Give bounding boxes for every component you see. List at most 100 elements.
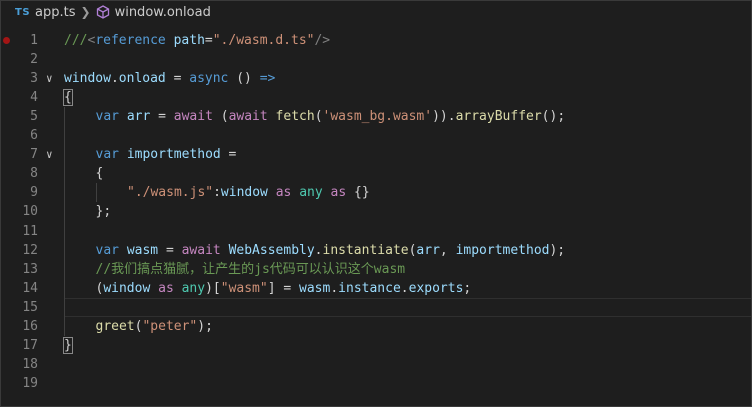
code-token: ();: [541, 109, 566, 125]
code-text: ///<reference path="./wasm.d.ts"/>: [64, 31, 330, 50]
code-token: .: [330, 280, 339, 296]
indent-guide: [96, 183, 97, 203]
code-token: =: [150, 109, 174, 125]
code-token: "./wasm.d.ts": [212, 33, 315, 48]
code-token: />: [314, 33, 331, 48]
code-text: var wasm = await WebAssembly.instantiate…: [96, 241, 566, 260]
code-token: var: [95, 242, 119, 258]
code-line[interactable]: 15: [1, 297, 751, 317]
code-token: ///: [64, 33, 88, 48]
code-token: await: [173, 109, 213, 125]
code-token: =: [220, 147, 237, 163]
code-line[interactable]: 6: [1, 126, 751, 145]
code-token: window: [64, 71, 111, 87]
code-line[interactable]: 9 "./wasm.js":window as any as {}: [1, 183, 751, 202]
code-token: };: [95, 204, 112, 220]
line-number: 14: [22, 280, 38, 296]
code-text: {: [96, 164, 104, 183]
code-text: };: [96, 202, 112, 221]
code-token: exports: [408, 280, 464, 296]
code-line[interactable]: 1 ///<reference path="./wasm.d.ts"/>: [1, 31, 751, 50]
line-number: 11: [22, 223, 38, 239]
code-token: any: [299, 185, 323, 201]
line-number: 7: [30, 147, 38, 163]
fold-chevron-icon[interactable]: ∨: [46, 69, 53, 88]
code-line[interactable]: 5 var arr = await (await fetch('wasm_bg.w…: [1, 107, 751, 126]
code-token: );: [549, 242, 566, 258]
breadcrumb-file[interactable]: app.ts: [35, 5, 75, 20]
code-token: )[: [205, 280, 221, 296]
code-line[interactable]: 16 greet("peter");: [1, 317, 751, 336]
code-token: {: [95, 166, 104, 182]
code-text: }: [63, 336, 73, 355]
code-token: window: [103, 280, 151, 296]
line-number: 5: [30, 109, 38, 125]
code-line[interactable]: 19: [1, 374, 751, 393]
code-token: as: [275, 185, 292, 201]
code-token: {}: [346, 185, 370, 201]
code-text: greet("peter");: [96, 317, 213, 336]
code-token: fetch: [275, 109, 315, 125]
line-number: 10: [22, 204, 38, 220]
line-number: 18: [22, 356, 38, 372]
code-token: await: [181, 242, 221, 258]
code-token: arr: [416, 242, 440, 258]
code-editor[interactable]: 1 ///<reference path="./wasm.d.ts"/> 2 3 ∨ wi…: [1, 31, 751, 406]
code-token: reference: [95, 33, 166, 48]
code-token: (: [212, 109, 229, 125]
line-number: 12: [22, 242, 38, 258]
code-token: "./wasm.js": [127, 185, 214, 201]
line-number: 2: [30, 52, 38, 68]
breadcrumb-symbol[interactable]: window.onload: [115, 5, 211, 20]
code-token: importmethod: [455, 242, 550, 258]
code-token: }: [63, 336, 73, 354]
code-text: {: [63, 88, 73, 107]
code-token: );: [197, 318, 213, 334]
code-token: =: [165, 71, 190, 87]
code-line[interactable]: 18: [1, 355, 751, 374]
code-line[interactable]: 13 //我们搞点猫腻，让产生的js代码可以认识这个wasm: [1, 260, 751, 279]
code-text: (window as any)["wasm"] = wasm.instance.…: [96, 279, 472, 298]
code-line[interactable]: 14 (window as any)["wasm"] = wasm.instanc…: [1, 279, 751, 298]
code-token: =>: [259, 71, 276, 87]
code-line[interactable]: 2: [1, 50, 751, 69]
code-token: window: [220, 185, 268, 201]
fold-chevron-icon[interactable]: ∨: [46, 145, 53, 164]
code-text: //我们搞点猫腻，让产生的js代码可以认识这个wasm: [96, 260, 406, 279]
line-number: 8: [30, 166, 38, 182]
code-line[interactable]: 10};: [1, 202, 751, 221]
chevron-right-icon: ❯: [80, 5, 91, 19]
line-number: 3: [30, 71, 38, 87]
line-number: 6: [30, 128, 38, 144]
code-text: var importmethod =: [96, 145, 237, 164]
indent-guide: [64, 107, 65, 336]
code-token: as: [330, 185, 347, 201]
line-number: 15: [22, 299, 38, 315]
code-line[interactable]: 12 var wasm = await WebAssembly.instantia…: [1, 241, 751, 260]
code-token: .: [314, 242, 323, 258]
code-token: var: [95, 109, 119, 125]
code-token: importmethod: [126, 147, 221, 163]
code-token: .: [110, 71, 119, 87]
code-token: as: [158, 280, 174, 296]
code-line[interactable]: 4{: [1, 88, 751, 107]
code-token: )).: [432, 109, 456, 125]
code-token: 'wasm_bg.wasm': [322, 109, 433, 125]
method-cube-icon: [96, 5, 110, 19]
code-line[interactable]: 17}: [1, 336, 751, 355]
code-line[interactable]: 11: [1, 222, 751, 241]
code-token: any: [181, 280, 206, 296]
code-token: ;: [463, 280, 472, 296]
code-text: var arr = await (await fetch('wasm_bg.wa…: [96, 107, 566, 126]
typescript-file-icon: TS: [15, 6, 31, 18]
code-line[interactable]: 3 ∨ window.onload = async () =>: [1, 69, 751, 88]
code-token: =: [158, 242, 182, 258]
code-line[interactable]: 8{: [1, 164, 751, 183]
code-line[interactable]: 7 ∨ var importmethod =: [1, 145, 751, 164]
code-text: "./wasm.js":window as any as {}: [127, 183, 370, 202]
